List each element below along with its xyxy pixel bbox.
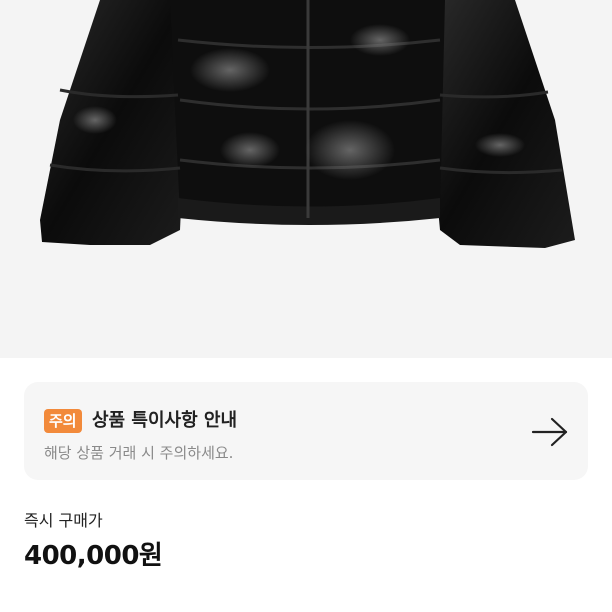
puffer-jacket-image [40,0,575,248]
arrow-right-icon[interactable] [530,416,570,448]
product-notice-card[interactable]: 주의 상품 특이사항 안내 해당 상품 거래 시 주의하세요. [24,382,588,480]
caution-badge: 주의 [44,409,82,433]
product-image-area[interactable] [0,0,612,358]
instant-buy-price-label: 즉시 구매가 [24,511,103,530]
notice-description: 해당 상품 거래 시 주의하세요. [44,444,234,462]
instant-buy-price-value: 400,000원 [24,541,163,571]
notice-title: 상품 특이사항 안내 [92,410,238,431]
